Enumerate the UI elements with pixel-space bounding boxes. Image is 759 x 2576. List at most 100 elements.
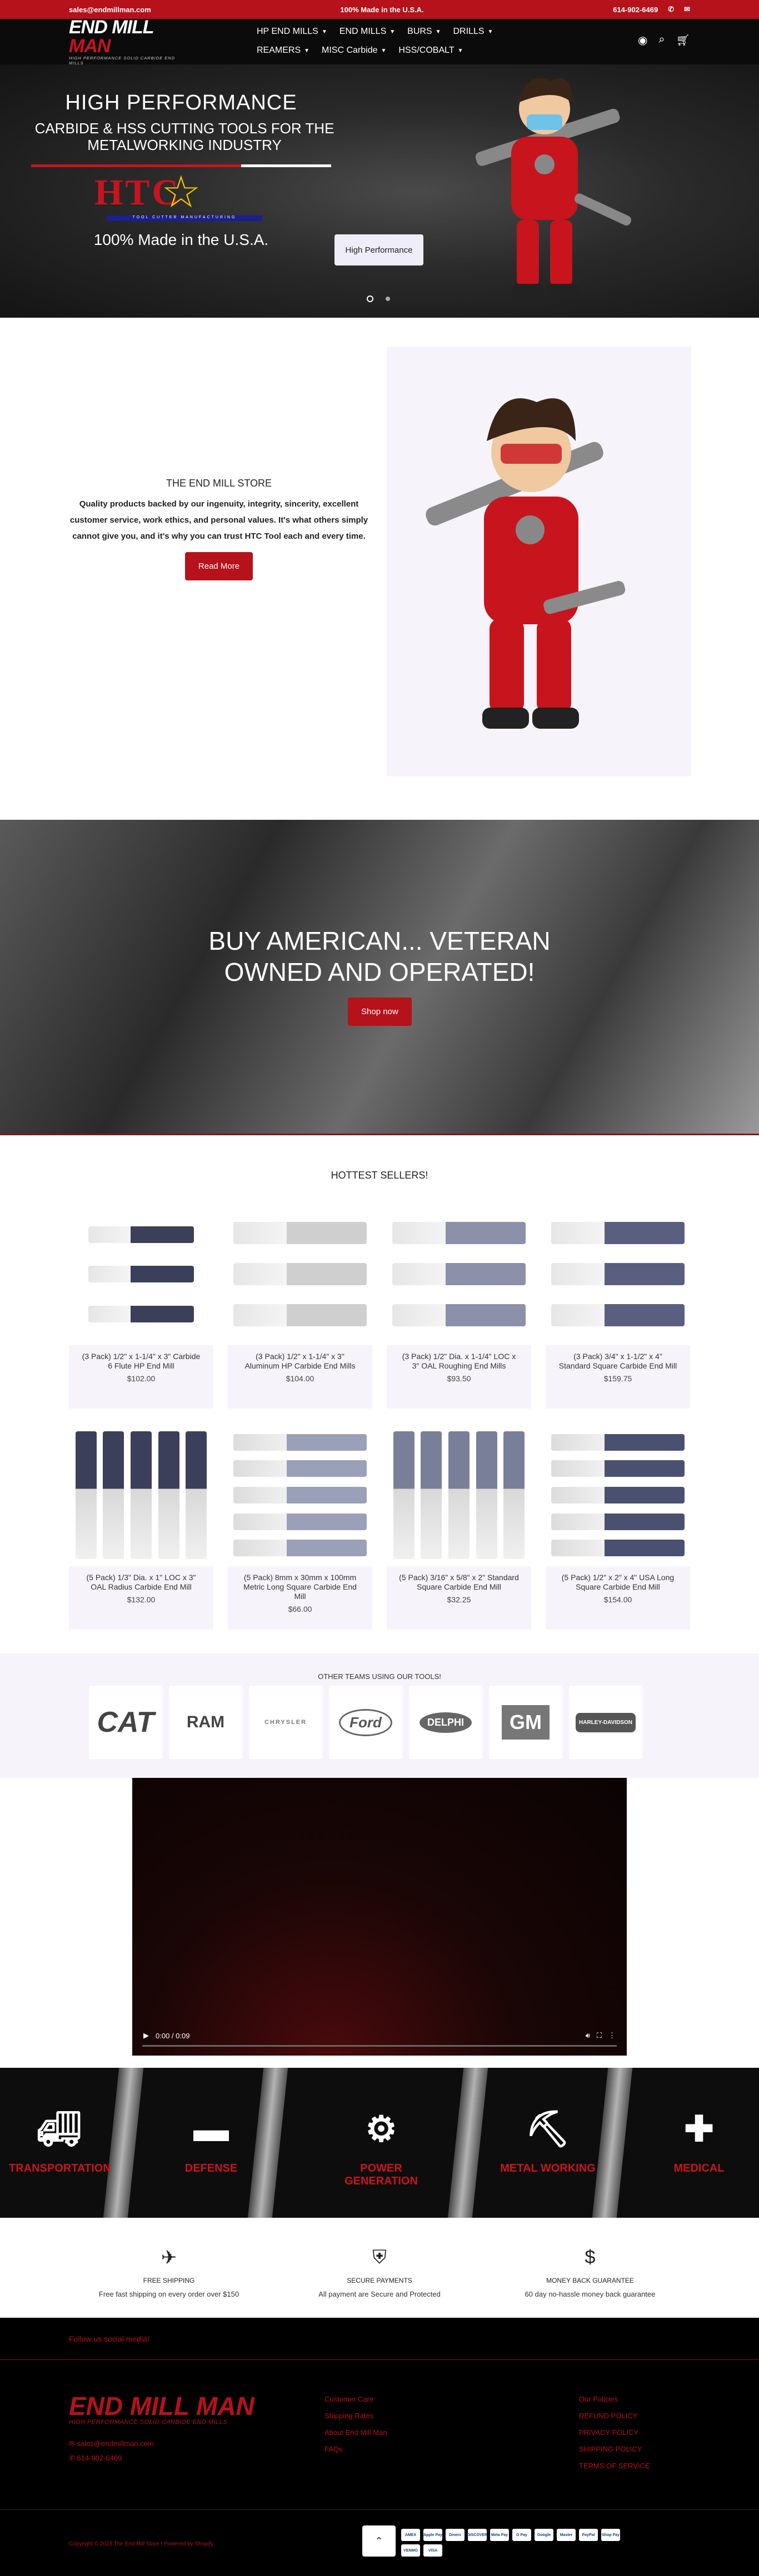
- footer-link[interactable]: About End Mill Man: [324, 2424, 387, 2441]
- industry-transportation: 🚚︎ TRANSPORTATION: [9, 2096, 111, 2175]
- product-price: $66.00: [288, 1605, 312, 1613]
- industry-label: MEDICAL: [673, 2162, 725, 2174]
- ram-logo: RAM: [169, 1686, 242, 1759]
- mascot-image: [426, 398, 626, 729]
- drill-icon: ⛏: [525, 2109, 571, 2149]
- footer-phone-link[interactable]: 614-902-6469: [77, 2454, 122, 2462]
- feature-title: FREE SHIPPING: [143, 2277, 195, 2284]
- phone-link[interactable]: 614-902-6469: [613, 6, 658, 14]
- footer-link[interactable]: TERMS OF SERVICE: [579, 2458, 650, 2474]
- volume-icon[interactable]: 🔊︎: [586, 2031, 590, 2040]
- phone-icon[interactable]: ✆: [668, 5, 674, 14]
- nav-item-hss-cobalt[interactable]: HSS/COBALT ▼: [398, 42, 463, 59]
- footer-link[interactable]: Our Policies: [579, 2391, 650, 2408]
- product-price: $132.00: [127, 1595, 156, 1604]
- slide-dot[interactable]: [386, 297, 390, 301]
- visa-icon: VISA: [423, 2544, 442, 2557]
- teams-heading: OTHER TEAMS USING OUR TOOLS!: [318, 1672, 441, 1681]
- nav-item-hp-end-mills[interactable]: HP END MILLS ▼: [257, 23, 327, 40]
- slide-dot-active[interactable]: [367, 295, 373, 302]
- footer-link[interactable]: REFUND POLICY: [579, 2408, 650, 2424]
- fullscreen-icon[interactable]: ⛶: [597, 2031, 602, 2040]
- logo-label: GM: [502, 1705, 550, 1740]
- product-image[interactable]: [546, 1203, 690, 1345]
- product-card[interactable]: (5 Pack) 8mm x 30mm x 100mm Metric Long …: [228, 1424, 372, 1630]
- back-to-top-button[interactable]: ⌃: [362, 2525, 396, 2557]
- footer-link[interactable]: FAQs: [324, 2441, 387, 2458]
- end-mill-picture: [103, 1431, 124, 1559]
- footer-logo[interactable]: END MILL MAN HIGH PERFORMANCE SOLID CARB…: [69, 2393, 254, 2425]
- product-title[interactable]: (5 Pack) 1/2" x 2" x 4" USA Long Square …: [557, 1573, 679, 1592]
- product-image[interactable]: [228, 1424, 372, 1566]
- product-image[interactable]: [228, 1203, 372, 1345]
- footer-link[interactable]: SHIPPING POLICY: [579, 2441, 650, 2458]
- medical-icon: ✚: [684, 2109, 714, 2149]
- product-card[interactable]: (3 Pack) 1/2" Dia. x 1-1/4" LOC x 3" OAL…: [387, 1203, 531, 1409]
- site-logo[interactable]: END MILL MAN HIGH PERFORMANCE SOLID CARB…: [69, 18, 180, 66]
- product-title[interactable]: (3 Pack) 1/2" x 1-1/4" x 3" Aluminum HP …: [239, 1352, 361, 1371]
- cart-icon[interactable]: 🛒︎: [676, 33, 690, 47]
- product-image[interactable]: [69, 1424, 213, 1566]
- product-card[interactable]: (5 Pack) 1/3" Dia. x 1" LOC x 3" OAL Rad…: [69, 1424, 213, 1630]
- product-title[interactable]: (3 Pack) 1/2" Dia. x 1-1/4" LOC x 3" OAL…: [398, 1352, 520, 1371]
- read-more-button[interactable]: Read More: [184, 552, 253, 580]
- end-mill-picture: [551, 1540, 685, 1557]
- search-icon[interactable]: ⌕: [658, 33, 665, 47]
- announcement-bar: sales@endmillman.com 100% Made in the U.…: [0, 0, 759, 19]
- account-icon[interactable]: ◉: [638, 33, 647, 47]
- end-mill-picture: [392, 1304, 526, 1326]
- footer-link[interactable]: Customer Care: [324, 2391, 387, 2408]
- more-options-icon[interactable]: ⋮: [608, 2031, 616, 2040]
- product-title[interactable]: (5 Pack) 3/16" x 5/8" x 2" Standard Squa…: [398, 1573, 520, 1592]
- feature-money-back: $ MONEY BACK GUARANTEE 60 day no-hassle mo…: [490, 2247, 690, 2318]
- end-mill-picture: [233, 1486, 367, 1503]
- nav-item-burs[interactable]: BURS ▼: [407, 23, 441, 40]
- shield-icon: ⛨: [372, 2247, 387, 2268]
- end-mill-picture: [393, 1431, 415, 1559]
- nav-label: HSS/COBALT: [398, 46, 455, 55]
- product-title[interactable]: (5 Pack) 1/3" Dia. x 1" LOC x 3" OAL Rad…: [80, 1573, 202, 1592]
- industry-defense: ▬ DEFENSE: [161, 2096, 261, 2175]
- footer-email-link[interactable]: sales@endmillman.com: [77, 2439, 154, 2448]
- product-image[interactable]: [69, 1203, 213, 1345]
- footer-menu-customer-care: Customer Care Shipping Rates About End M…: [324, 2391, 387, 2458]
- meta-pay-icon: Meta Pay: [490, 2529, 509, 2541]
- product-card[interactable]: (3 Pack) 1/2" x 1-1/4" x 3" Aluminum HP …: [228, 1203, 372, 1409]
- play-icon[interactable]: ▶: [143, 2031, 149, 2040]
- product-card[interactable]: (3 Pack) 1/2" x 1-1/4" x 3" Carbide 6 Fl…: [69, 1203, 213, 1409]
- copyright-text: Copyright © 2023 The End Mill Store | Po…: [69, 2541, 213, 2547]
- high-performance-button[interactable]: High Performance: [334, 234, 423, 265]
- nav-item-drills[interactable]: DRILLS ▼: [453, 23, 493, 40]
- product-image[interactable]: [387, 1424, 531, 1566]
- product-card[interactable]: (3 Pack) 3/4" x 1-1/2" x 4" Standard Squ…: [546, 1203, 690, 1409]
- nav-item-end-mills[interactable]: END MILLS ▼: [339, 23, 395, 40]
- footer-link[interactable]: Shipping Rates: [324, 2408, 387, 2424]
- video-player[interactable]: ▶ 0:00 / 0:09 🔊︎ ⛶ ⋮: [132, 1778, 627, 2056]
- end-mill-picture: [233, 1460, 367, 1477]
- email-link[interactable]: sales@endmillman.com: [69, 6, 151, 14]
- chevron-down-icon: ▼: [321, 28, 327, 35]
- mail-icon: ✉: [69, 2439, 77, 2448]
- product-card[interactable]: (5 Pack) 3/16" x 5/8" x 2" Standard Squa…: [387, 1424, 531, 1630]
- mail-icon[interactable]: ✉: [684, 5, 690, 14]
- product-title[interactable]: (5 Pack) 8mm x 30mm x 100mm Metric Long …: [239, 1573, 361, 1601]
- industry-label: DEFENSE: [184, 2162, 238, 2174]
- product-price: $154.00: [603, 1595, 632, 1604]
- product-image[interactable]: [387, 1203, 531, 1345]
- product-title[interactable]: (3 Pack) 3/4" x 1-1/2" x 4" Standard Squ…: [557, 1352, 679, 1371]
- shop-now-button[interactable]: Shop now: [348, 998, 412, 1026]
- features-section: ✈ FREE SHIPPING Free fast shipping on ever…: [0, 2218, 759, 2318]
- product-image[interactable]: [546, 1424, 690, 1566]
- footer-link[interactable]: PRIVACY POLICY: [579, 2424, 650, 2441]
- end-mill-picture: [233, 1222, 367, 1244]
- nav-item-misc-carbide[interactable]: MISC Carbide ▼: [322, 42, 386, 59]
- end-mill-picture: [88, 1305, 194, 1322]
- logo-label: CAT: [97, 1706, 154, 1738]
- video-progress-bar[interactable]: [142, 2045, 617, 2047]
- product-title[interactable]: (3 Pack) 1/2" x 1-1/4" x 3" Carbide 6 Fl…: [80, 1352, 202, 1371]
- nav-item-reamers[interactable]: REAMERS ▼: [257, 42, 309, 59]
- htc-logo: HTC ☆ TOOL CUTTER MANUFACTURING: [94, 170, 267, 227]
- end-mill-picture: [476, 1431, 497, 1559]
- product-card[interactable]: (5 Pack) 1/2" x 2" x 4" USA Long Square …: [546, 1424, 690, 1630]
- about-body: Quality products backed by our ingenuity…: [69, 499, 368, 541]
